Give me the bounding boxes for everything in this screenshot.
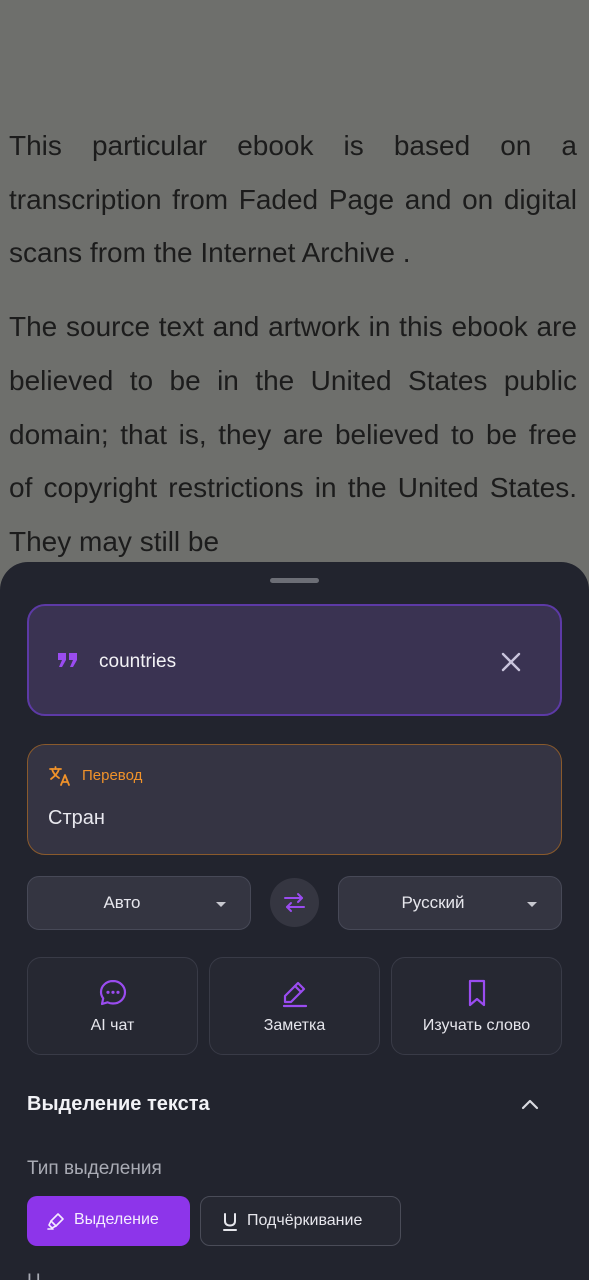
note-button[interactable]: Заметка	[209, 957, 380, 1055]
selected-text-card: countries	[27, 604, 562, 716]
translation-label: Перевод	[82, 767, 143, 784]
highlight-option-button[interactable]: Выделение	[27, 1196, 190, 1246]
underline-icon	[220, 1212, 240, 1232]
source-language-label: Авто	[103, 893, 141, 912]
highlight-type-label: Тип выделения	[27, 1158, 162, 1179]
highlight-section-title: Выделение текста	[27, 1093, 210, 1115]
translate-icon	[48, 764, 72, 788]
highlighter-icon	[46, 1211, 66, 1231]
chevron-up-icon[interactable]	[517, 1092, 543, 1118]
target-language-label: Русский	[401, 893, 465, 912]
quote-icon	[57, 652, 79, 668]
reader-page: This particular ebook is based on a tran…	[0, 0, 589, 600]
chevron-down-icon	[216, 902, 226, 907]
selection-bottom-sheet: countries Перевод Стран Авто Русский AI …	[0, 562, 589, 1280]
reader-paragraph: This particular ebook is based on a tran…	[9, 130, 577, 269]
chat-icon	[28, 978, 197, 1008]
underline-option-button[interactable]: Подчёркивание	[200, 1196, 401, 1246]
learn-word-button[interactable]: Изучать слово	[391, 957, 562, 1055]
highlight-option-label: Выделение	[74, 1211, 159, 1228]
ai-chat-label: AI чат	[90, 1017, 135, 1034]
source-language-select[interactable]: Авто	[27, 876, 251, 930]
pencil-icon	[210, 978, 379, 1008]
note-label: Заметка	[263, 1017, 326, 1034]
swap-icon	[284, 893, 305, 912]
close-icon[interactable]	[496, 647, 526, 677]
ai-chat-button[interactable]: AI чат	[27, 957, 198, 1055]
translation-card: Перевод Стран	[27, 744, 562, 855]
selected-text: countries	[99, 651, 177, 672]
sheet-drag-handle[interactable]	[270, 578, 319, 583]
bookmark-icon	[392, 978, 561, 1008]
swap-languages-button[interactable]	[270, 878, 319, 927]
color-label-partial: Ц	[27, 1270, 41, 1280]
underline-option-label: Подчёркивание	[247, 1212, 363, 1229]
learn-word-label: Изучать слово	[422, 1017, 531, 1034]
target-language-select[interactable]: Русский	[338, 876, 562, 930]
translation-result: Стран	[48, 807, 105, 829]
reader-paragraph: The source text and artwork in this eboo…	[9, 311, 577, 557]
chevron-down-icon	[527, 902, 537, 907]
